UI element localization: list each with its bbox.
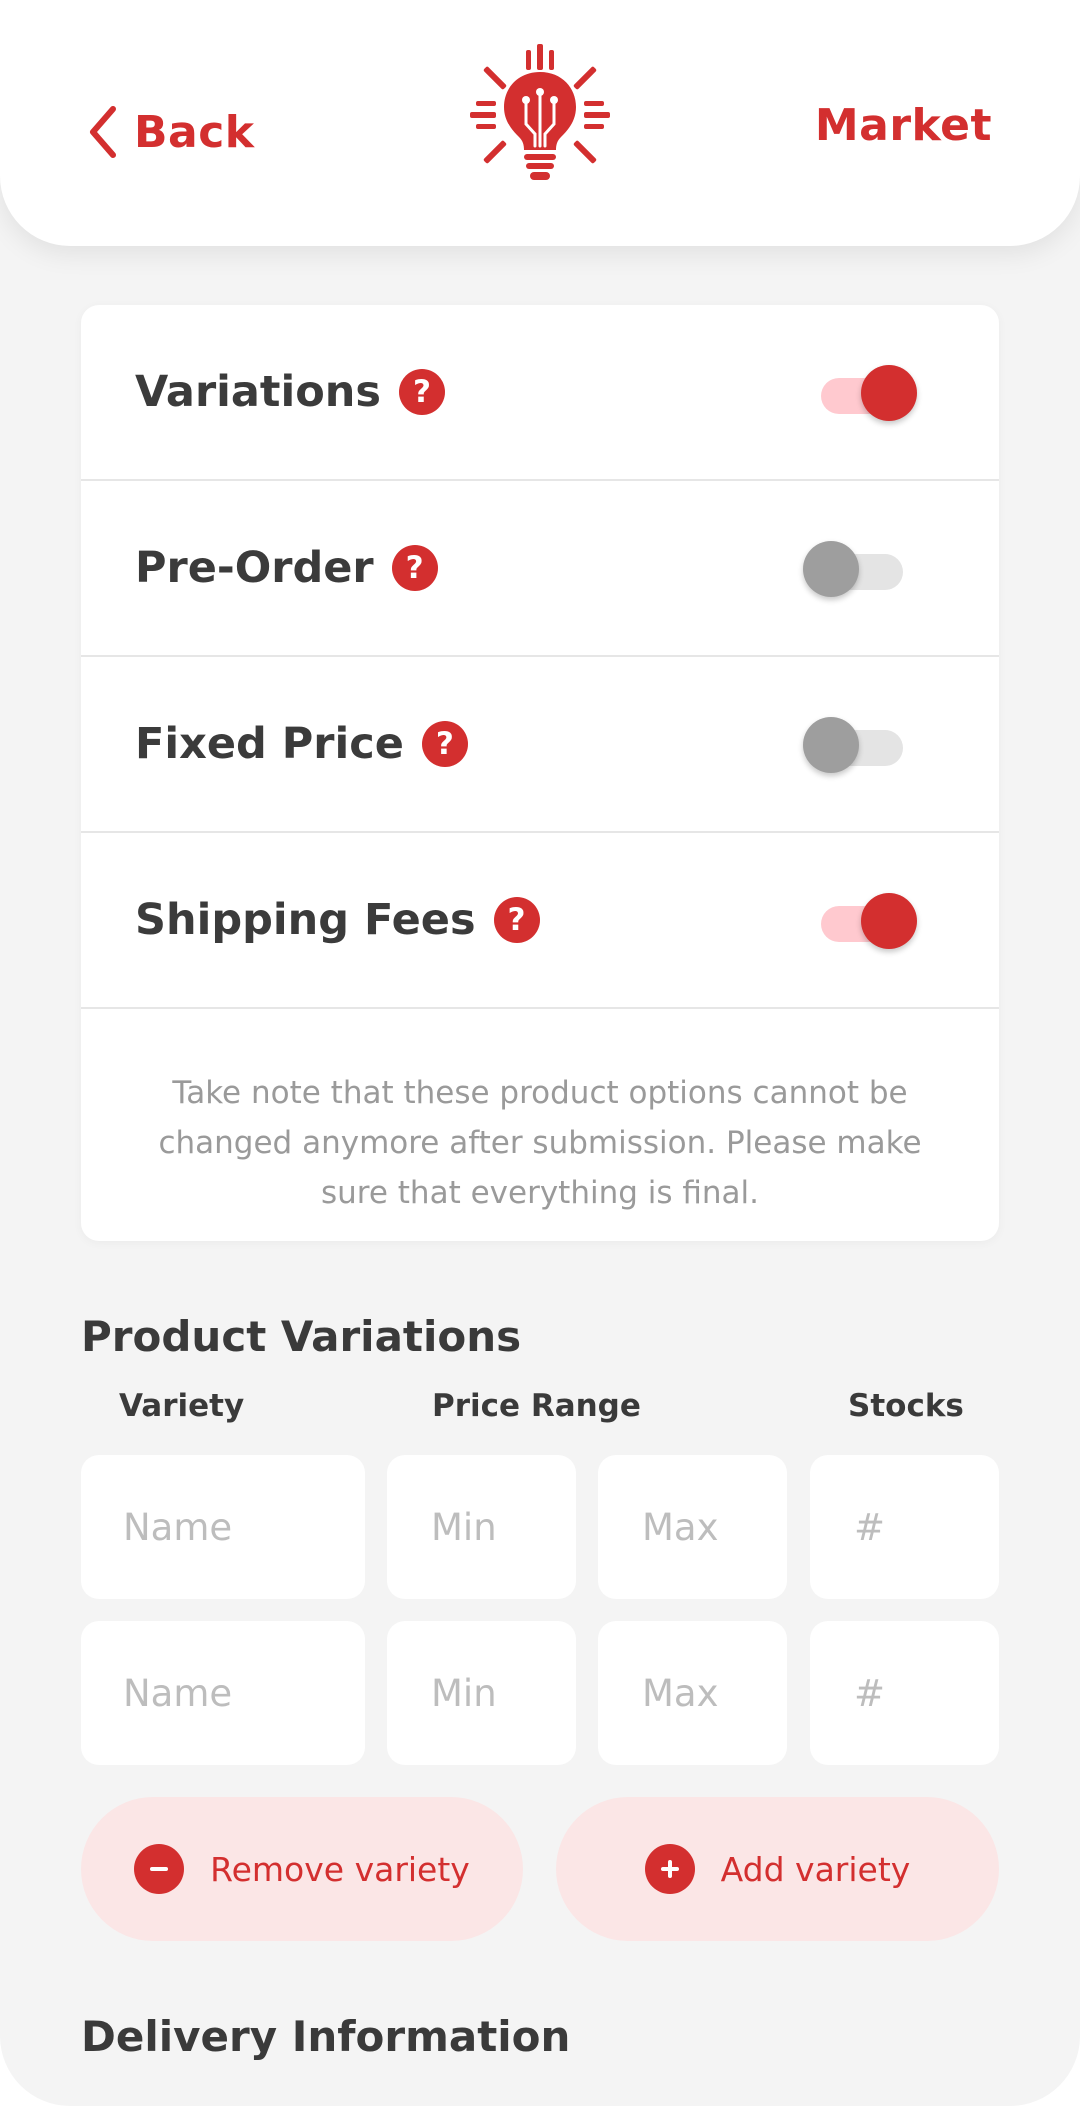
option-row-shipping-fees: Shipping Fees ? xyxy=(81,833,999,1009)
toggle-knob xyxy=(803,717,859,773)
stocks-input[interactable] xyxy=(810,1621,999,1765)
shipping-fees-toggle[interactable] xyxy=(809,890,917,950)
price-max-input[interactable] xyxy=(598,1621,787,1765)
option-label-fixed-price: Fixed Price xyxy=(135,719,404,769)
app-header: Back Market xyxy=(0,0,1080,246)
remove-variety-button[interactable]: Remove variety xyxy=(81,1797,523,1941)
option-row-fixed-price: Fixed Price ? xyxy=(81,657,999,833)
option-label-variations: Variations xyxy=(135,367,381,417)
question-circle-icon[interactable]: ? xyxy=(421,721,468,767)
price-max-input[interactable] xyxy=(598,1455,787,1599)
lightbulb-sunburst-logo xyxy=(470,44,610,180)
back-button[interactable]: Back xyxy=(86,102,255,162)
remove-variety-label: Remove variety xyxy=(210,1849,470,1889)
column-header-stocks: Stocks xyxy=(848,1388,964,1424)
toggle-knob xyxy=(861,893,917,949)
question-circle-icon[interactable]: ? xyxy=(391,545,438,591)
add-variety-label: Add variety xyxy=(720,1849,911,1889)
page: Back Market Variations ? Pre-Order ? Fix… xyxy=(0,0,1080,2106)
option-label-shipping-fees: Shipping Fees xyxy=(135,895,476,945)
variety-name-input[interactable] xyxy=(81,1621,365,1765)
question-circle-icon[interactable]: ? xyxy=(493,897,540,943)
toggle-knob xyxy=(861,365,917,421)
add-variety-button[interactable]: Add variety xyxy=(556,1797,999,1941)
back-label: Back xyxy=(134,106,255,158)
question-circle-icon[interactable]: ? xyxy=(398,369,445,415)
option-row-variations: Variations ? xyxy=(81,305,999,481)
column-header-variety: Variety xyxy=(119,1388,245,1424)
variations-toggle[interactable] xyxy=(809,362,917,422)
delivery-information-title: Delivery Information xyxy=(81,2012,571,2061)
chevron-left-icon xyxy=(90,106,116,158)
product-variations-title: Product Variations xyxy=(81,1312,522,1361)
option-row-pre-order: Pre-Order ? xyxy=(81,481,999,657)
price-min-input[interactable] xyxy=(387,1455,576,1599)
toggle-knob xyxy=(803,541,859,597)
minus-circle-icon xyxy=(134,1844,185,1894)
market-link[interactable]: Market xyxy=(815,100,992,151)
price-min-input[interactable] xyxy=(387,1621,576,1765)
plus-circle-icon xyxy=(644,1844,695,1894)
option-label-pre-order: Pre-Order xyxy=(135,543,374,593)
options-note: Take note that these product options can… xyxy=(158,1075,922,1211)
product-options-card: Variations ? Pre-Order ? Fixed Price ? S… xyxy=(81,305,999,1241)
variety-name-input[interactable] xyxy=(81,1455,365,1599)
column-header-price-range: Price Range xyxy=(432,1388,641,1424)
stocks-input[interactable] xyxy=(810,1455,999,1599)
pre-order-toggle[interactable] xyxy=(803,538,911,598)
fixed-price-toggle[interactable] xyxy=(803,714,911,774)
